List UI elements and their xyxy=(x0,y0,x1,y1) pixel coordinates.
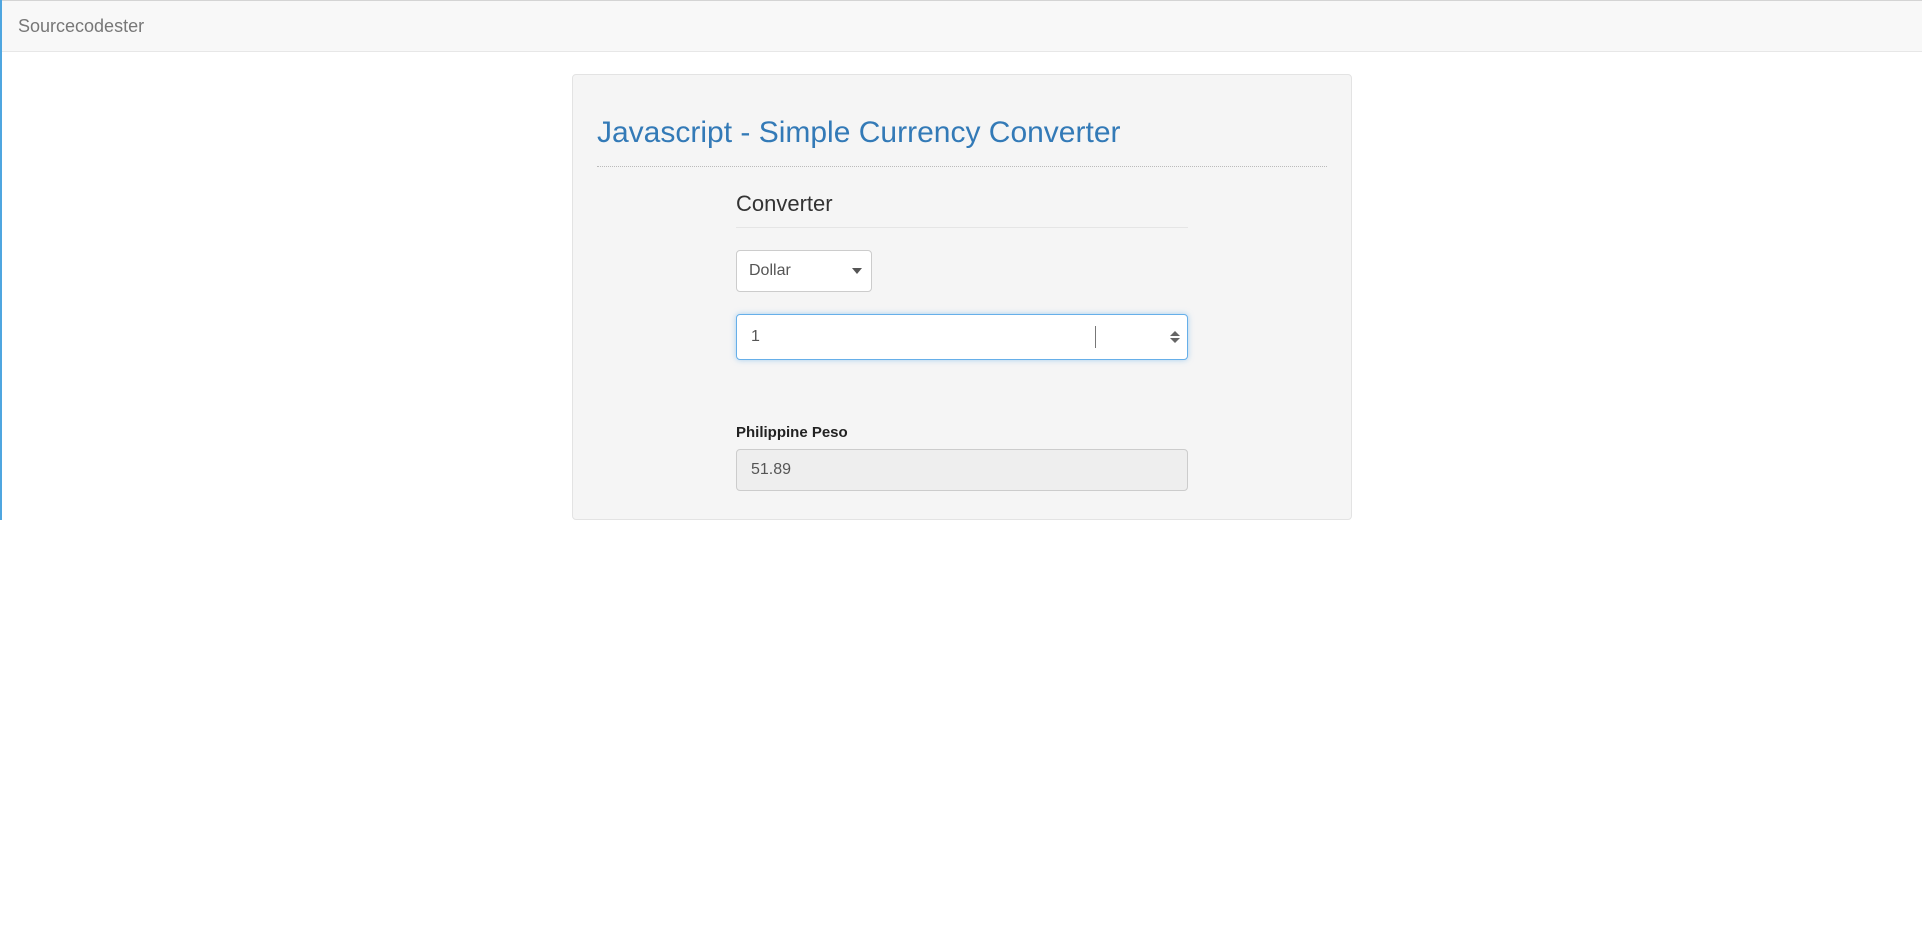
divider-dotted xyxy=(597,166,1327,167)
currency-select[interactable]: Dollar xyxy=(736,250,872,292)
currency-select-wrap: Dollar xyxy=(736,250,872,292)
converter-form: Converter Dollar xyxy=(736,191,1188,491)
amount-input-group xyxy=(736,314,1188,360)
output-value xyxy=(736,449,1188,491)
main-container: Javascript - Simple Currency Converter C… xyxy=(377,74,1547,520)
converter-heading: Converter xyxy=(736,191,1188,217)
amount-input[interactable] xyxy=(736,314,1188,360)
output-group: Philippine Peso xyxy=(736,424,1188,491)
currency-select-group: Dollar xyxy=(736,250,1188,292)
amount-input-wrap xyxy=(736,314,1188,360)
divider-solid xyxy=(736,227,1188,228)
spacer xyxy=(736,382,1188,424)
output-label: Philippine Peso xyxy=(736,424,1188,441)
page-title: Javascript - Simple Currency Converter xyxy=(597,116,1327,150)
navbar: Sourcecodester xyxy=(2,0,1922,52)
converter-panel: Javascript - Simple Currency Converter C… xyxy=(572,74,1352,520)
navbar-brand[interactable]: Sourcecodester xyxy=(18,16,144,37)
